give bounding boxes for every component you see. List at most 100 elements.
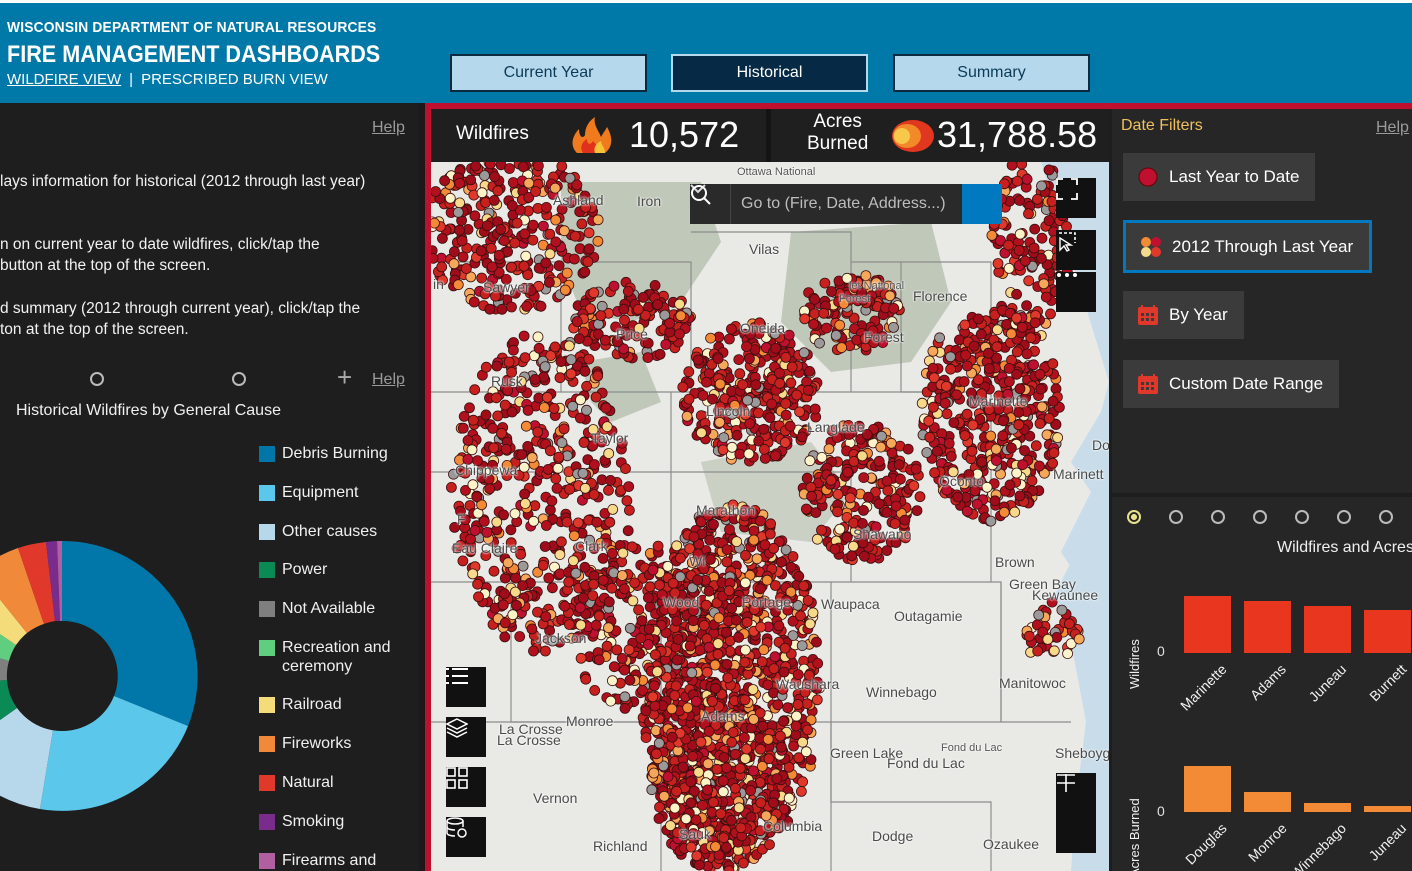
wildfire-point[interactable] [858,550,870,562]
wildfire-point[interactable] [683,393,695,405]
wildfire-point[interactable] [825,474,837,486]
wildfire-point[interactable] [902,443,914,455]
wildfire-point[interactable] [600,402,612,414]
wildfire-point[interactable] [431,253,439,264]
wildfire-point[interactable] [470,162,482,172]
wildfire-point[interactable] [500,443,512,455]
wildfire-point[interactable] [771,773,783,784]
wildfire-point[interactable] [810,507,822,519]
wildfire-point[interactable] [674,552,686,564]
wildfire-point[interactable] [506,406,518,418]
wildfire-point[interactable] [669,690,681,701]
wildfire-point[interactable] [588,287,600,299]
wildfire-point[interactable] [650,748,662,760]
wildfire-point[interactable] [469,210,481,222]
wildfire-point[interactable] [660,339,672,350]
wildfire-point[interactable] [765,518,777,530]
wildfire-point[interactable] [992,258,1004,269]
wildfire-point[interactable] [550,214,562,226]
wildfire-point[interactable] [492,185,504,197]
tab-current-year[interactable]: Current Year [450,54,647,92]
wildfire-point[interactable] [948,417,960,429]
wildfire-point[interactable] [549,341,561,353]
wildfire-point[interactable] [573,333,585,345]
wildfire-point[interactable] [1056,604,1068,616]
wildfire-point[interactable] [710,682,721,694]
select-tool-button[interactable] [1056,230,1096,270]
wildfire-point[interactable] [739,577,751,589]
wildfire-point[interactable] [526,452,538,464]
wildfire-point[interactable] [940,380,952,392]
fullscreen-button[interactable] [1056,178,1096,218]
wildfire-point[interactable] [791,389,803,401]
wildfire-point[interactable] [555,536,567,548]
wildfire-point[interactable] [830,329,842,341]
wildfire-point[interactable] [499,572,511,584]
wildfire-point[interactable] [983,363,995,374]
wildfire-point[interactable] [1028,359,1039,371]
wildfire-point[interactable] [583,353,595,365]
wildfire-point[interactable] [787,551,799,562]
wildfire-point[interactable] [804,618,816,630]
wildfire-point[interactable] [876,430,888,442]
wildfire-point[interactable] [809,403,821,415]
wildfire-point[interactable] [666,703,678,715]
wildfire-point[interactable] [726,736,738,748]
wildfire-point[interactable] [717,444,729,456]
wildfire-point[interactable] [802,595,814,606]
wildfire-point[interactable] [577,467,589,479]
wildfire-point[interactable] [927,401,939,413]
wildfire-point[interactable] [567,555,579,567]
wildfire-point[interactable] [730,614,742,626]
wildfire-point[interactable] [770,450,781,462]
wildfire-point[interactable] [802,384,814,396]
wildfire-point[interactable] [588,459,600,470]
wildfire-point[interactable] [773,620,785,632]
wildfire-point[interactable] [1011,288,1022,300]
wildfire-point[interactable] [561,516,573,528]
wildfire-point[interactable] [723,585,735,597]
wildfire-point[interactable] [579,482,591,494]
wildfire-point[interactable] [793,570,805,582]
page-dot[interactable] [232,372,246,386]
wildfire-point[interactable] [783,329,795,341]
wildfire-point[interactable] [734,763,746,774]
wildfire-point[interactable] [498,509,509,521]
wildfire-point[interactable] [755,797,767,809]
wildfire-point[interactable] [758,644,770,656]
wildfire-point[interactable] [1014,490,1026,502]
wildfire-point[interactable] [748,534,760,546]
wildfire-point[interactable] [1036,232,1048,244]
wildfire-point[interactable] [431,217,440,229]
wildfire-point[interactable] [653,737,665,749]
wildfire-point[interactable] [1034,418,1046,429]
wildfire-point[interactable] [1014,195,1025,206]
wildfire-point[interactable] [462,434,474,446]
wildfire-point[interactable] [834,523,846,535]
wildfire-point[interactable] [812,657,824,669]
wildfire-point[interactable] [608,661,620,673]
wildfire-point[interactable] [577,592,589,604]
wildfire-point[interactable] [499,617,511,629]
wildfire-point[interactable] [506,301,517,313]
expand-plus-icon[interactable]: + [337,362,352,393]
wildfire-point[interactable] [499,235,510,247]
wildfire-point[interactable] [469,525,481,536]
wildfire-point[interactable] [439,175,451,187]
wildfire-point[interactable] [729,782,741,794]
wildfire-point[interactable] [643,623,655,635]
wildfire-point[interactable] [1042,633,1054,645]
tab-historical[interactable]: Historical [671,54,868,92]
wildfire-point[interactable] [721,762,732,774]
wildfire-point[interactable] [1021,300,1032,312]
filter-by-year[interactable]: By Year [1123,291,1244,339]
wildfire-point[interactable] [1036,401,1048,413]
wildfire-point[interactable] [888,302,900,314]
prescribed-burn-view-link[interactable]: PRESCRIBED BURN VIEW [141,71,328,88]
wildfire-point[interactable] [517,560,529,572]
wildfire-point[interactable] [1045,308,1056,320]
wildfire-point[interactable] [971,498,983,510]
wildfire-point[interactable] [1021,348,1033,360]
wildfire-point[interactable] [654,801,665,813]
wildfire-point[interactable] [533,162,544,172]
